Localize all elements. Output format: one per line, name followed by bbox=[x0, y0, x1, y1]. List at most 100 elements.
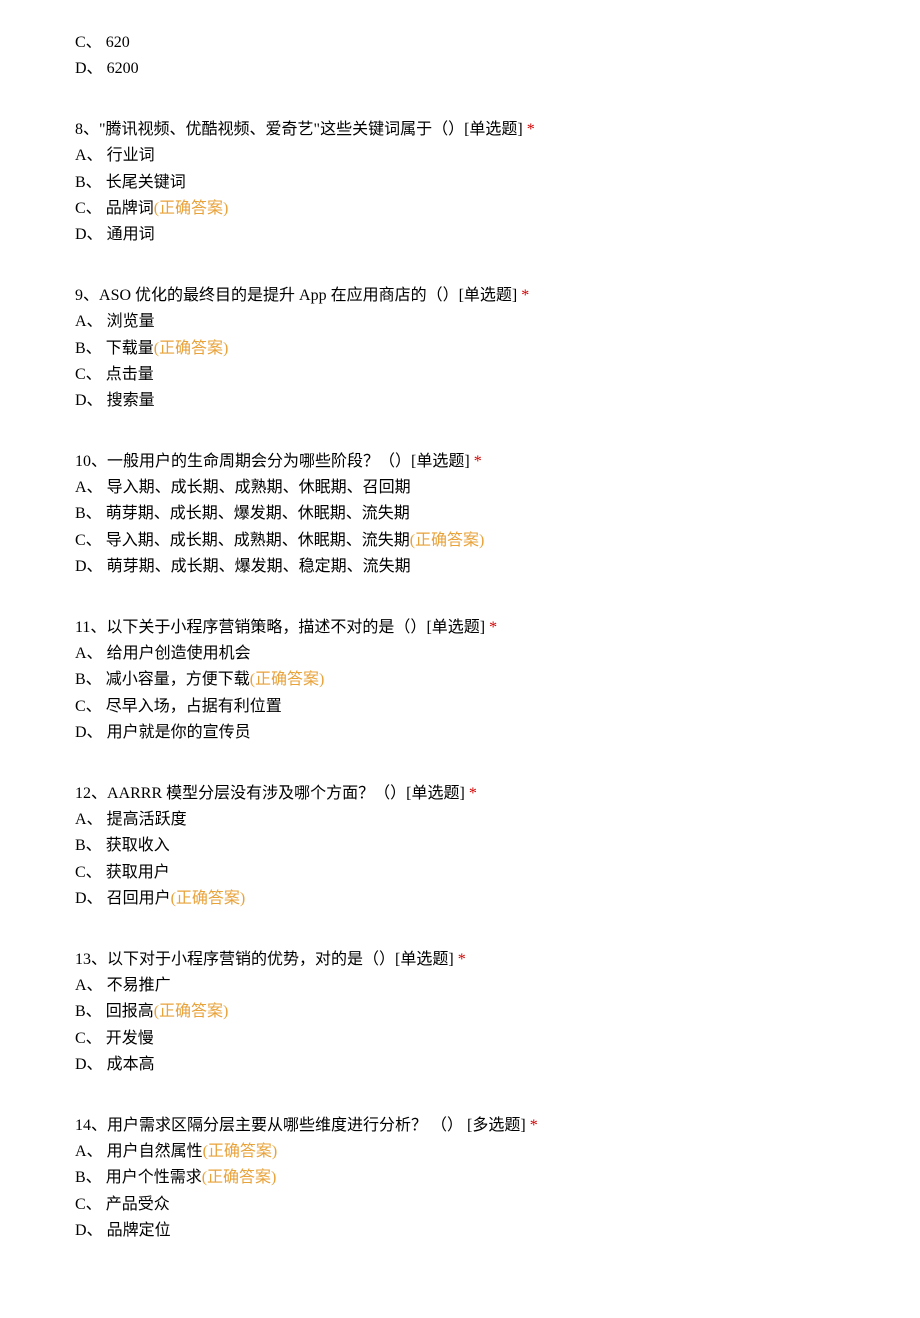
option-text: 用户自然属性 bbox=[103, 1143, 203, 1160]
option-line: D、 用户就是你的宣传员 bbox=[75, 720, 920, 746]
option-line: C、 620 bbox=[75, 30, 920, 56]
option-line: C、 尽早入场，占据有利位置 bbox=[75, 694, 920, 720]
option-label: C、 bbox=[75, 864, 102, 881]
option-text: 搜索量 bbox=[103, 392, 155, 409]
question-number: 13、 bbox=[75, 951, 107, 968]
option-line: A、 给用户创造使用机会 bbox=[75, 641, 920, 667]
option-label: B、 bbox=[75, 340, 102, 357]
option-text: 点击量 bbox=[102, 366, 154, 383]
question-type-tag: [单选题] bbox=[411, 453, 470, 470]
option-text: 不易推广 bbox=[103, 977, 171, 994]
correct-answer-mark: (正确答案) bbox=[203, 1143, 278, 1160]
question-number: 14、 bbox=[75, 1117, 107, 1134]
question-number: 11、 bbox=[75, 619, 106, 636]
option-text: 提高活跃度 bbox=[103, 811, 187, 828]
option-label: D、 bbox=[75, 890, 103, 907]
option-label: A、 bbox=[75, 479, 103, 496]
option-label: D、 bbox=[75, 60, 103, 77]
question-type-tag: [单选题] bbox=[406, 785, 465, 802]
option-label: D、 bbox=[75, 226, 103, 243]
option-text: 品牌定位 bbox=[103, 1222, 171, 1239]
option-line: D、 成本高 bbox=[75, 1052, 920, 1078]
option-text: 成本高 bbox=[103, 1056, 155, 1073]
option-text: 减小容量，方便下载 bbox=[102, 671, 250, 688]
option-line: C、 产品受众 bbox=[75, 1192, 920, 1218]
correct-answer-mark: (正确答案) bbox=[410, 532, 485, 549]
option-text: 用户就是你的宣传员 bbox=[103, 724, 251, 741]
option-label: A、 bbox=[75, 147, 103, 164]
option-line: A、 浏览量 bbox=[75, 309, 920, 335]
option-text: 通用词 bbox=[103, 226, 155, 243]
option-line: B、 下载量(正确答案) bbox=[75, 336, 920, 362]
question-block: 10、一般用户的生命周期会分为哪些阶段？（）[单选题] *A、 导入期、成长期、… bbox=[75, 449, 920, 581]
option-line: A、 不易推广 bbox=[75, 973, 920, 999]
option-label: C、 bbox=[75, 34, 102, 51]
option-line: A、 用户自然属性(正确答案) bbox=[75, 1139, 920, 1165]
option-label: A、 bbox=[75, 977, 103, 994]
option-line: A、 导入期、成长期、成熟期、休眠期、召回期 bbox=[75, 475, 920, 501]
option-label: C、 bbox=[75, 1030, 102, 1047]
question-stem: 8、"腾讯视频、优酷视频、爱奇艺"这些关键词属于（）[单选题] * bbox=[75, 117, 920, 143]
option-text: 品牌词 bbox=[102, 200, 154, 217]
option-line: C、 点击量 bbox=[75, 362, 920, 388]
option-text: 获取用户 bbox=[102, 864, 170, 881]
option-text: 长尾关键词 bbox=[102, 174, 186, 191]
question-stem: 13、以下对于小程序营销的优势，对的是（）[单选题] * bbox=[75, 947, 920, 973]
correct-answer-mark: (正确答案) bbox=[202, 1169, 277, 1186]
option-label: B、 bbox=[75, 174, 102, 191]
option-label: C、 bbox=[75, 532, 102, 549]
correct-answer-mark: (正确答案) bbox=[250, 671, 325, 688]
correct-answer-mark: (正确答案) bbox=[171, 890, 246, 907]
question-type-tag: [单选题] bbox=[395, 951, 454, 968]
option-line: D、 搜索量 bbox=[75, 388, 920, 414]
option-label: A、 bbox=[75, 645, 103, 662]
question-number: 12、 bbox=[75, 785, 107, 802]
option-label: D、 bbox=[75, 724, 103, 741]
option-label: B、 bbox=[75, 837, 102, 854]
document-body: C、 620D、 62008、"腾讯视频、优酷视频、爱奇艺"这些关键词属于（）[… bbox=[75, 30, 920, 1244]
question-text: ASO 优化的最终目的是提升 App 在应用商店的（） bbox=[99, 287, 459, 304]
option-label: A、 bbox=[75, 811, 103, 828]
option-text: 产品受众 bbox=[102, 1196, 170, 1213]
required-asterisk: * bbox=[469, 785, 477, 802]
option-label: B、 bbox=[75, 1003, 102, 1020]
option-line: D、 通用词 bbox=[75, 222, 920, 248]
question-block: 13、以下对于小程序营销的优势，对的是（）[单选题] *A、 不易推广B、 回报… bbox=[75, 947, 920, 1079]
correct-answer-mark: (正确答案) bbox=[154, 1003, 229, 1020]
option-label: A、 bbox=[75, 1143, 103, 1160]
question-type-tag: [单选题] bbox=[459, 287, 518, 304]
question-type-tag: [单选题] bbox=[464, 121, 523, 138]
option-line: B、 萌芽期、成长期、爆发期、休眠期、流失期 bbox=[75, 501, 920, 527]
option-label: B、 bbox=[75, 671, 102, 688]
option-label: C、 bbox=[75, 200, 102, 217]
option-text: 回报高 bbox=[102, 1003, 154, 1020]
required-asterisk: * bbox=[458, 951, 466, 968]
question-text: 以下对于小程序营销的优势，对的是（） bbox=[107, 951, 395, 968]
required-asterisk: * bbox=[474, 453, 482, 470]
question-number: 8、 bbox=[75, 121, 99, 138]
option-line: C、 开发慢 bbox=[75, 1026, 920, 1052]
question-text: 以下关于小程序营销策略，描述不对的是（） bbox=[106, 619, 426, 636]
option-line: C、 导入期、成长期、成熟期、休眠期、流失期(正确答案) bbox=[75, 528, 920, 554]
option-text: 浏览量 bbox=[103, 313, 155, 330]
required-asterisk: * bbox=[527, 121, 535, 138]
question-block: 11、以下关于小程序营销策略，描述不对的是（）[单选题] *A、 给用户创造使用… bbox=[75, 615, 920, 747]
option-line: A、 提高活跃度 bbox=[75, 807, 920, 833]
question-type-tag: [多选题] bbox=[467, 1117, 526, 1134]
option-text: 萌芽期、成长期、爆发期、稳定期、流失期 bbox=[103, 558, 411, 575]
question-block: 9、ASO 优化的最终目的是提升 App 在应用商店的（）[单选题] *A、 浏… bbox=[75, 283, 920, 415]
option-text: 尽早入场，占据有利位置 bbox=[102, 698, 282, 715]
question-type-tag: [单选题] bbox=[426, 619, 485, 636]
question-text: "腾讯视频、优酷视频、爱奇艺"这些关键词属于（） bbox=[99, 121, 464, 138]
option-text: 6200 bbox=[103, 60, 139, 77]
option-label: B、 bbox=[75, 505, 102, 522]
option-line: D、 萌芽期、成长期、爆发期、稳定期、流失期 bbox=[75, 554, 920, 580]
question-text: 一般用户的生命周期会分为哪些阶段？（） bbox=[107, 453, 411, 470]
option-label: C、 bbox=[75, 698, 102, 715]
question-number: 9、 bbox=[75, 287, 99, 304]
option-text: 给用户创造使用机会 bbox=[103, 645, 251, 662]
option-label: D、 bbox=[75, 1056, 103, 1073]
question-stem: 11、以下关于小程序营销策略，描述不对的是（）[单选题] * bbox=[75, 615, 920, 641]
question-stem: 9、ASO 优化的最终目的是提升 App 在应用商店的（）[单选题] * bbox=[75, 283, 920, 309]
option-label: D、 bbox=[75, 392, 103, 409]
